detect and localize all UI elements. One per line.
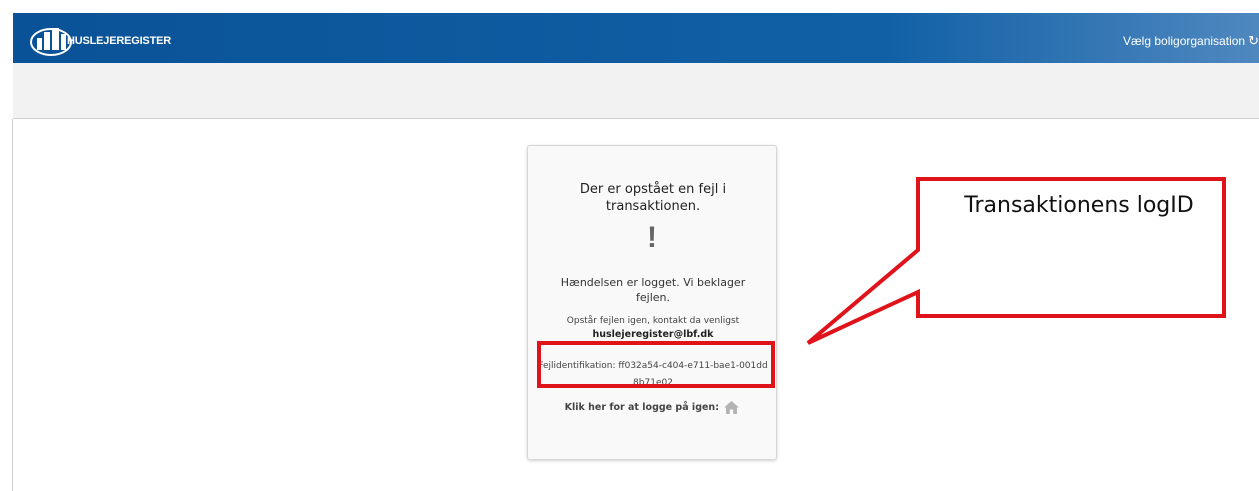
contact-text: Opstår fejlen igen, kontakt da venligst <box>566 316 740 326</box>
annotation-label: Transaktionens logID <box>964 193 1194 218</box>
org-select-button[interactable]: Vælg boligorganisation ↻ <box>1123 33 1259 49</box>
contact-email-link[interactable]: huslejeregister@lbf.dk <box>593 329 714 340</box>
error-card: Der er opstået en fejl i transaktionen. … <box>527 145 777 460</box>
contact-info: Opstår fejlen igen, kontakt da venligst … <box>538 315 768 342</box>
highlight-box <box>537 341 775 388</box>
refresh-icon: ↻ <box>1248 33 1259 48</box>
brand-name[interactable]: HUSLEJEREGISTER <box>67 35 171 47</box>
exclamation-icon: ! <box>647 221 657 254</box>
sub-toolbar <box>13 63 1259 119</box>
relogin-link[interactable]: Klik her for at logge på igen: <box>528 401 776 414</box>
content-border <box>12 119 13 491</box>
home-icon[interactable] <box>724 401 740 414</box>
error-title: Der er opstået en fejl i transaktionen. <box>579 182 727 214</box>
logged-message: Hændelsen er logget. Vi beklager fejlen. <box>560 276 746 304</box>
org-select-label: Vælg boligorganisation <box>1123 34 1246 48</box>
top-navbar: HUSLEJEREGISTER Vælg boligorganisation ↻ <box>13 13 1259 63</box>
relogin-text: Klik her for at logge på igen: <box>564 402 719 413</box>
